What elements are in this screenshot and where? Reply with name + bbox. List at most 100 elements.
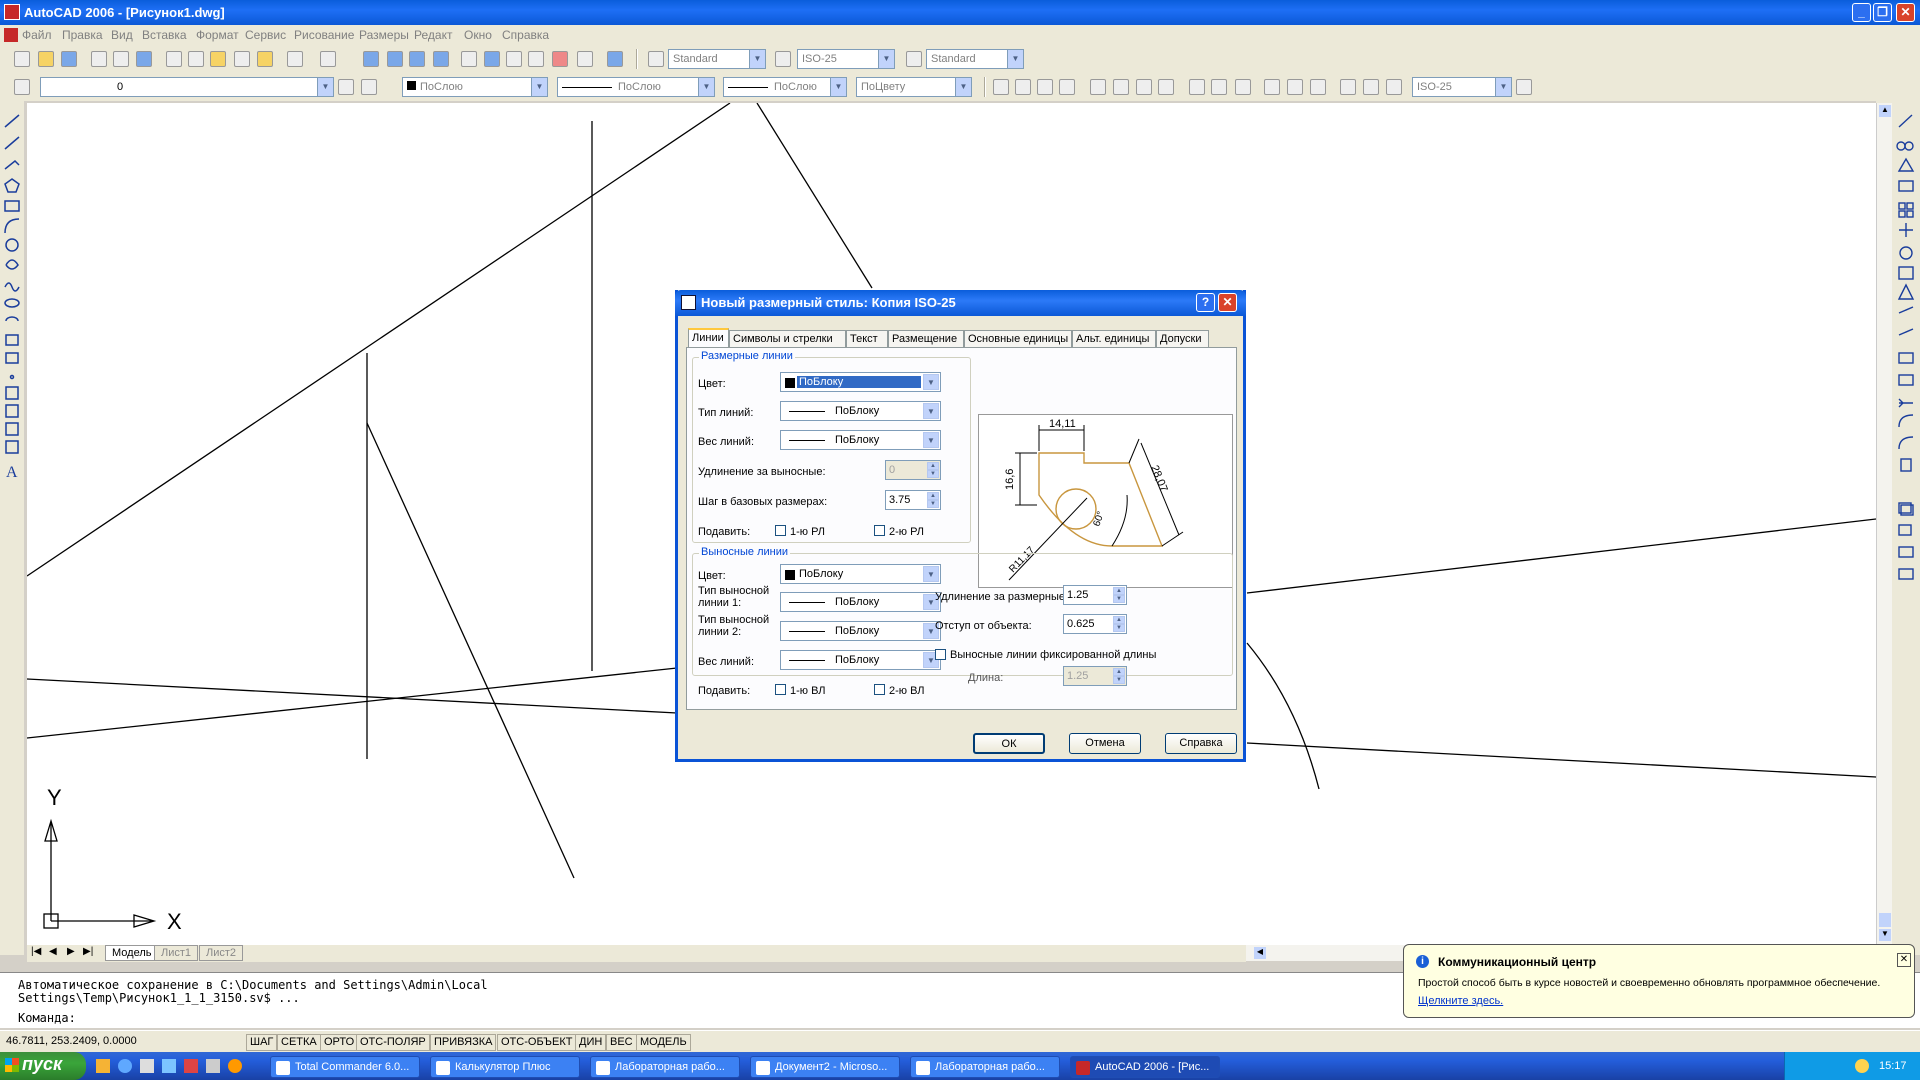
baseline-spacing-spinner[interactable]: 3.75 ▲ ▼ <box>885 490 941 510</box>
modify-tools-icons[interactable] <box>1896 113 1916 593</box>
radius-dimension-icon[interactable] <box>1090 79 1106 95</box>
help-icon[interactable] <box>607 51 623 67</box>
maximize-button[interactable]: ❐ <box>1873 3 1892 22</box>
aligned-dimension-icon[interactable] <box>1015 79 1031 95</box>
tab-sheet2[interactable]: Лист2 <box>199 945 244 961</box>
clock[interactable]: 15:17 <box>1879 1060 1907 1072</box>
linetype-select[interactable]: ПоСлою ▼ <box>557 77 715 97</box>
ok-button[interactable]: ОК <box>973 733 1045 754</box>
properties-icon[interactable] <box>461 51 477 67</box>
menu-insert[interactable]: Вставка <box>142 28 187 42</box>
dim-style-select-2[interactable]: ISO-25 ▼ <box>1412 77 1512 97</box>
plot-icon[interactable] <box>91 51 107 67</box>
dialog-close-button[interactable]: ✕ <box>1218 293 1237 312</box>
layer-select[interactable]: 0 ▼ <box>40 77 334 97</box>
document-menu-icon[interactable] <box>4 28 18 42</box>
suppress-ext-line-1-checkbox[interactable] <box>775 684 786 695</box>
table-style-select[interactable]: Standard ▼ <box>926 49 1024 69</box>
origin-offset-spinner[interactable]: 0.625 ▲ ▼ <box>1063 614 1127 634</box>
tool-palettes-icon[interactable] <box>506 51 522 67</box>
dimension-text-edit-icon[interactable] <box>1363 79 1379 95</box>
menu-window[interactable]: Окно <box>464 28 492 42</box>
layer-manager-icon[interactable] <box>14 79 30 95</box>
dimension-update-icon[interactable] <box>1386 79 1402 95</box>
quick-dimension-icon[interactable] <box>1189 79 1205 95</box>
task-lab-work-2[interactable]: Лабораторная рабо... <box>910 1056 1060 1078</box>
ordinate-dimension-icon[interactable] <box>1059 79 1075 95</box>
menu-modify[interactable]: Редакт <box>414 28 452 42</box>
snap-toggle[interactable]: ШАГ <box>246 1034 278 1051</box>
suppress-dim-line-1-checkbox[interactable] <box>775 525 786 536</box>
task-total-commander[interactable]: Total Commander 6.0... <box>270 1056 420 1078</box>
dyn-toggle[interactable]: ДИН <box>575 1034 607 1051</box>
tolerance-icon[interactable] <box>1287 79 1303 95</box>
menu-tools[interactable]: Сервис <box>245 28 286 42</box>
info-tray-icon[interactable] <box>1855 1059 1869 1073</box>
baseline-dimension-icon[interactable] <box>1211 79 1227 95</box>
tab-last-icon[interactable]: ▶| <box>83 946 93 957</box>
task-autocad[interactable]: AutoCAD 2006 - [Рис... <box>1070 1056 1220 1078</box>
dim-color-select[interactable]: ПоБлоку ▼ <box>780 372 941 392</box>
task-word-document[interactable]: Документ2 - Microso... <box>750 1056 900 1078</box>
markup-icon[interactable] <box>552 51 568 67</box>
tab-first-icon[interactable]: |◀ <box>31 946 41 957</box>
ext-color-select[interactable]: ПоБлоку ▼ <box>780 564 941 584</box>
tab-symbols-arrows[interactable]: Символы и стрелки <box>729 330 846 348</box>
length-spinner[interactable]: 1.25 ▲ ▼ <box>1063 666 1127 686</box>
undo-icon[interactable] <box>287 51 303 67</box>
jogged-dimension-icon[interactable] <box>1113 79 1129 95</box>
design-center-icon[interactable] <box>484 51 500 67</box>
cancel-button[interactable]: Отмена <box>1069 733 1141 754</box>
lineweight-select[interactable]: ПоСлою ▼ <box>723 77 847 97</box>
new-icon[interactable] <box>14 51 30 67</box>
menu-file[interactable]: Файл <box>22 28 52 42</box>
tab-text[interactable]: Текст <box>846 330 888 348</box>
zoom-realtime-icon[interactable] <box>387 51 403 67</box>
calculator-icon[interactable] <box>577 51 593 67</box>
ortho-toggle[interactable]: ОРТО <box>320 1034 359 1051</box>
communication-center-balloon[interactable]: i Коммуникационный центр ✕ Простой спосо… <box>1403 944 1915 1018</box>
help-button[interactable]: Справка <box>1165 733 1237 754</box>
menu-edit[interactable]: Правка <box>62 28 103 42</box>
publish-icon[interactable] <box>136 51 152 67</box>
arc-length-icon[interactable] <box>1037 79 1053 95</box>
plot-style-select[interactable]: ПоЦвету ▼ <box>856 77 972 97</box>
color-select[interactable]: ПоСлою ▼ <box>402 77 548 97</box>
center-mark-icon[interactable] <box>1310 79 1326 95</box>
scroll-thumb[interactable] <box>1879 913 1891 927</box>
open-icon[interactable] <box>38 51 54 67</box>
tab-tolerances[interactable]: Допуски <box>1156 330 1209 348</box>
scroll-down-button[interactable]: ▼ <box>1879 929 1891 941</box>
menu-view[interactable]: Вид <box>111 28 133 42</box>
task-calculator[interactable]: Калькулятор Плюс <box>430 1056 580 1078</box>
vertical-scrollbar[interactable]: ▲ ▼ <box>1876 103 1892 945</box>
dimension-edit-icon[interactable] <box>1340 79 1356 95</box>
tab-model[interactable]: Модель <box>105 945 159 961</box>
redo-icon[interactable] <box>320 51 336 67</box>
make-current-layer-icon[interactable] <box>338 79 354 95</box>
tab-sheet1[interactable]: Лист1 <box>154 945 199 961</box>
desktop-icon[interactable] <box>140 1059 154 1073</box>
dim-style-select[interactable]: ISO-25 ▼ <box>797 49 895 69</box>
diameter-dimension-icon[interactable] <box>1136 79 1152 95</box>
tab-prev-icon[interactable]: ◀ <box>49 946 57 957</box>
model-toggle[interactable]: МОДЕЛЬ <box>636 1034 691 1051</box>
quicklaunch-icon[interactable] <box>96 1059 110 1073</box>
menu-draw[interactable]: Рисование <box>294 28 354 42</box>
grid-toggle[interactable]: СЕТКА <box>277 1034 321 1051</box>
linear-dimension-icon[interactable] <box>993 79 1009 95</box>
close-button[interactable]: ✕ <box>1896 3 1915 22</box>
block-editor-icon[interactable] <box>257 51 273 67</box>
tab-next-icon[interactable]: ▶ <box>67 946 75 957</box>
balloon-link[interactable]: Щелкните здесь. <box>1418 995 1503 1007</box>
ext-lineweight-select[interactable]: ПоБлоку ▼ <box>780 650 941 670</box>
balloon-close-icon[interactable]: ✕ <box>1897 953 1911 967</box>
tab-fit[interactable]: Размещение <box>888 330 964 348</box>
tab-alternate-units[interactable]: Альт. единицы <box>1072 330 1156 348</box>
suppress-ext-line-2-checkbox[interactable] <box>874 684 885 695</box>
ie-icon[interactable] <box>118 1059 132 1073</box>
dialog-help-button[interactable]: ? <box>1196 293 1215 312</box>
minimize-button[interactable]: _ <box>1852 3 1871 22</box>
zoom-previous-icon[interactable] <box>433 51 449 67</box>
scroll-left-button[interactable]: ◀ <box>1254 947 1266 959</box>
